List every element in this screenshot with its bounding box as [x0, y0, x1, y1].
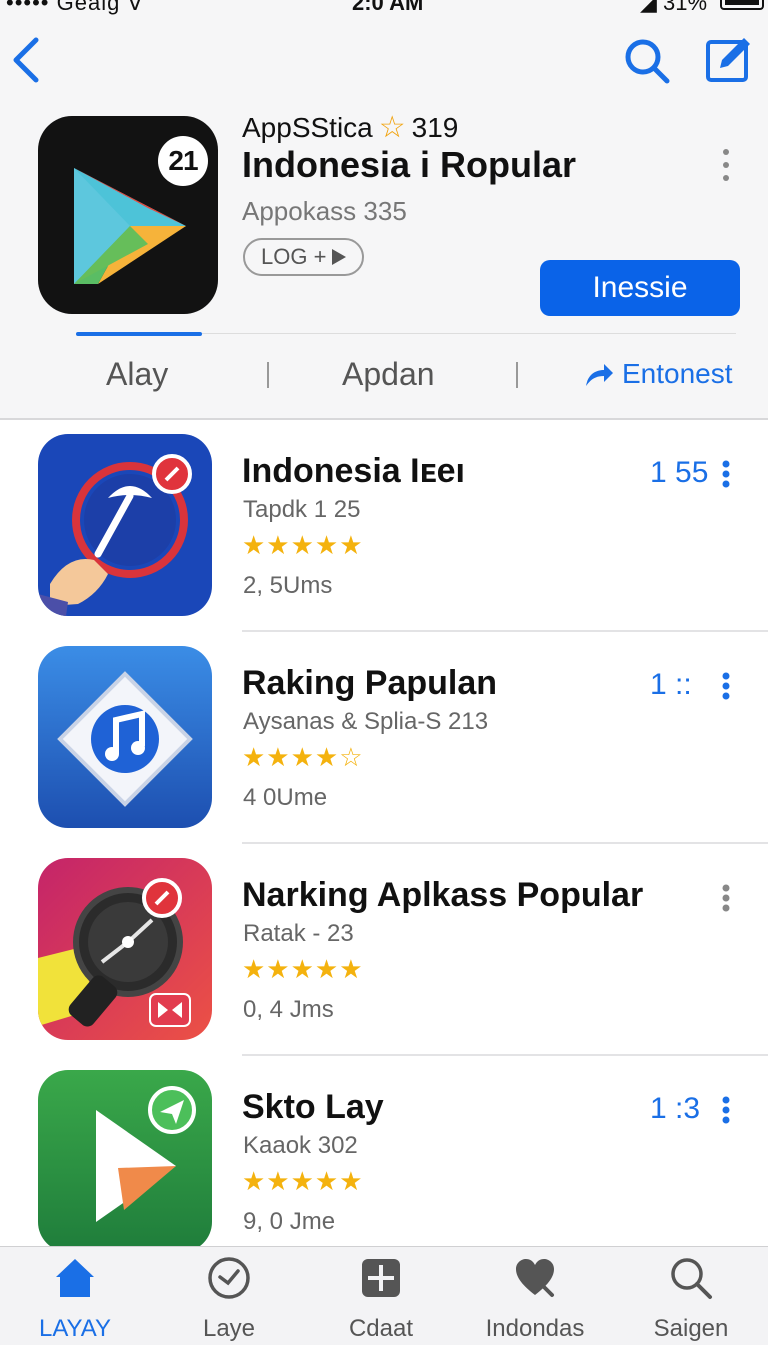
more-options-button[interactable]: [718, 884, 734, 912]
category-tag-label: LOG +: [261, 244, 327, 269]
star-rating: ★★★★★: [242, 1166, 364, 1197]
tabbar-label: LAYAY: [38, 1315, 112, 1342]
app-size: 2, 5Ums: [243, 572, 333, 599]
compose-icon: [706, 38, 750, 82]
search-button[interactable]: [622, 36, 672, 86]
app-icon: [38, 1070, 212, 1252]
app-icon: [38, 434, 212, 616]
star-rating: ★★★★★: [242, 954, 364, 985]
tabbar-label: Cdaat: [348, 1315, 414, 1342]
clock-icon: [208, 1257, 250, 1299]
music-note-icon: [57, 671, 193, 807]
star-rating: ★★★★★: [242, 530, 364, 561]
bottom-tab-bar: LAYAY Laye Cdaat Indondas Saigen: [0, 1246, 768, 1345]
tab-separator: [267, 362, 269, 388]
stopwatch-icon: [38, 878, 191, 1027]
page-title: Indonesia i Ropular: [242, 144, 577, 185]
stars-text: ★★★★★: [242, 530, 364, 560]
featured-app-icon[interactable]: 21: [38, 116, 218, 314]
app-list: Indonesia Iᴇeı Tapdk 1 25 ★★★★★ 2, 5Ums …: [0, 420, 768, 1252]
app-size: 0, 4 Jms: [243, 996, 334, 1023]
store-brand: AppSStica ☆ 319: [242, 110, 458, 145]
stars-text: ★★★★★: [242, 954, 364, 984]
compose-button[interactable]: [704, 36, 752, 84]
tabbar-label: Saigen: [653, 1315, 729, 1342]
app-rank[interactable]: 1 55: [650, 456, 708, 490]
play-icon: [96, 1086, 196, 1222]
app-title: Narking Aplkass Popular: [242, 876, 644, 914]
nav-bar: [0, 22, 768, 102]
tab-alay[interactable]: Alay: [106, 356, 168, 393]
tabbar-item-laye[interactable]: Laye: [154, 1255, 304, 1343]
list-item[interactable]: Raking Papulan Aysanas & Splia-S 213 ★★★…: [0, 632, 768, 844]
share-arrow-icon: [586, 364, 613, 386]
app-title: Raking Papulan: [242, 664, 498, 702]
clock: 2:0 AM: [352, 0, 424, 15]
tab-indicator: [76, 332, 202, 336]
list-item[interactable]: Narking Aplkass Popular Ratak - 23 ★★★★★…: [0, 844, 768, 1056]
stars-text: ★★★★☆: [242, 742, 364, 772]
more-vertical-icon: [722, 460, 730, 488]
plus-square-icon: [362, 1259, 400, 1297]
app-rank[interactable]: 1 :3: [650, 1092, 700, 1126]
heart-icon: [516, 1259, 554, 1297]
tabbar-item-layay[interactable]: LAYAY: [0, 1255, 150, 1343]
more-vertical-icon: [722, 672, 730, 700]
play-triangle-icon: [332, 249, 347, 265]
developer-label: Appokass 335: [242, 196, 407, 226]
search-icon: [671, 1258, 712, 1299]
app-subtitle: Tapdk 1 25: [243, 496, 361, 523]
tabbar-item-saigen[interactable]: Saigen: [616, 1255, 766, 1343]
app-title: Indonesia Iᴇeı: [242, 452, 465, 490]
segment-tabs: Alay Apdan Entonest: [0, 330, 768, 420]
chevron-left-icon: [13, 37, 39, 83]
store-brand-label: AppSStica: [242, 111, 373, 143]
store-brand-rating: 319: [411, 111, 459, 143]
tabbar-label: Laye: [202, 1315, 256, 1342]
search-icon: [625, 39, 670, 84]
hero-badge: 21: [158, 136, 208, 186]
list-item[interactable]: Skto Lay Kaaok 302 ★★★★★ 9, 0 Jme 1 :3: [0, 1056, 768, 1268]
star-icon: ☆: [378, 111, 406, 144]
category-tag[interactable]: LOG +: [243, 238, 365, 276]
more-options-button[interactable]: [718, 672, 734, 700]
more-vertical-icon: [722, 884, 730, 912]
app-subtitle: Aysanas & Splia-S 213: [243, 708, 489, 735]
tabbar-label: Indondas: [485, 1315, 585, 1342]
more-options-button[interactable]: [718, 460, 734, 488]
tabbar-item-indondas[interactable]: Indondas: [460, 1255, 610, 1343]
app-subtitle: Ratak - 23: [243, 920, 354, 947]
tab-divider: [202, 333, 736, 334]
list-item[interactable]: Indonesia Iᴇeı Tapdk 1 25 ★★★★★ 2, 5Ums …: [0, 420, 768, 632]
app-icon: [38, 646, 212, 828]
compass-hand-icon: [38, 454, 192, 616]
tabbar-item-cdaat[interactable]: Cdaat: [306, 1255, 456, 1343]
install-button[interactable]: Inessie: [540, 260, 740, 316]
back-button[interactable]: [8, 36, 48, 84]
app-size: 9, 0 Jme: [243, 1208, 336, 1235]
star-rating: ★★★★☆: [242, 742, 364, 773]
app-title: Skto Lay: [242, 1088, 384, 1126]
more-vertical-icon: [723, 149, 729, 181]
tab-share-label: Entonest: [622, 358, 733, 389]
app-icon: [38, 858, 212, 1040]
tab-separator: [516, 362, 518, 388]
tab-share[interactable]: Entonest: [584, 358, 733, 390]
battery-level: ◢ 31%: [640, 0, 708, 15]
battery-icon: [720, 0, 764, 10]
more-vertical-icon: [722, 1096, 730, 1124]
more-options-button[interactable]: [718, 1096, 734, 1124]
more-options-button[interactable]: [716, 148, 736, 182]
tab-apdan[interactable]: Apdan: [342, 356, 435, 393]
home-icon: [56, 1259, 94, 1297]
featured-app-header: 21 AppSStica ☆ 319 Indonesia i Ropular A…: [0, 100, 768, 340]
status-bar: ••••• Geaig ᐁ 2:0 AM ◢ 31%: [0, 0, 768, 16]
app-size: 4 0Ume: [243, 784, 328, 811]
app-subtitle: Kaaok 302: [243, 1132, 358, 1159]
carrier-label: ••••• Geaig ᐁ: [6, 0, 144, 15]
app-rank[interactable]: 1 ::: [650, 668, 692, 702]
stars-text: ★★★★★: [242, 1166, 364, 1196]
